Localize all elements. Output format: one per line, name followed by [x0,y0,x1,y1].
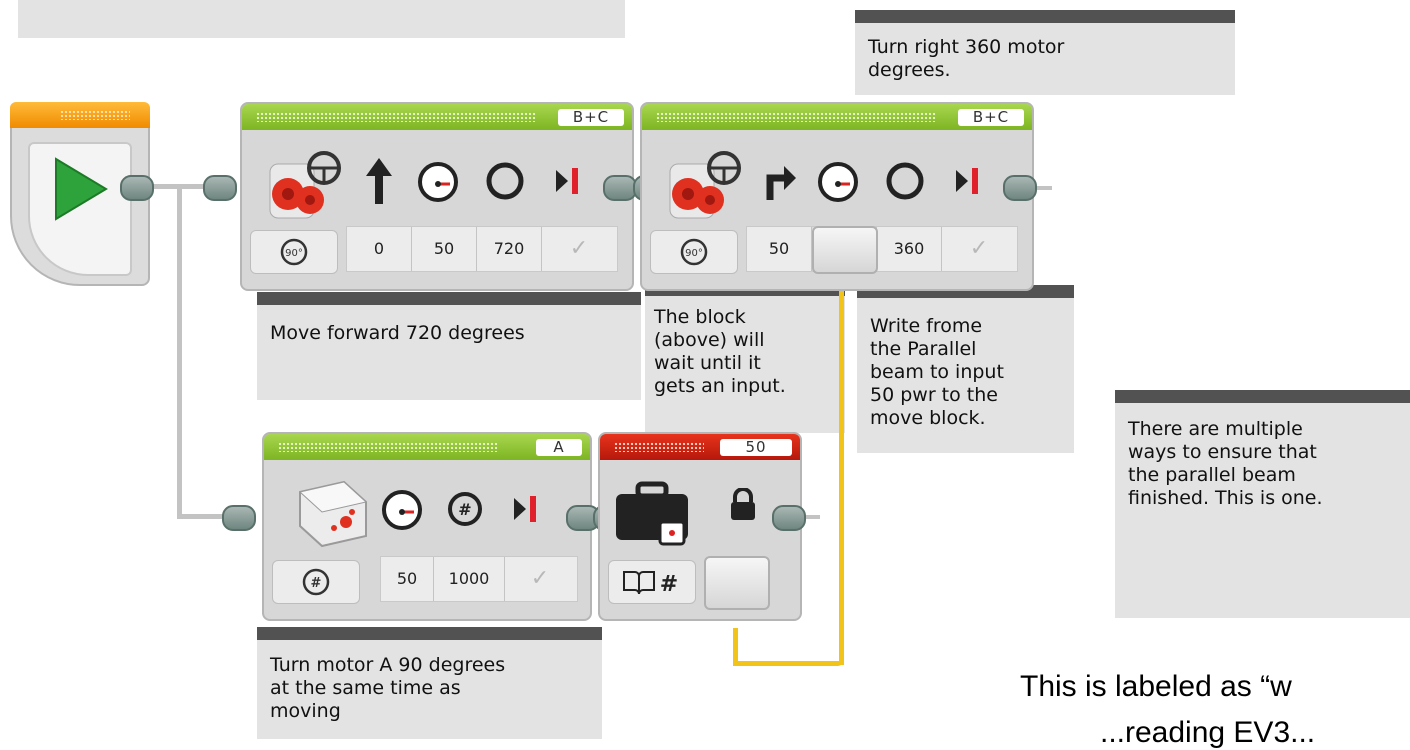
comment-multiple-ways[interactable]: There are multiple ways to ensure that t… [1115,390,1410,618]
lock-icon [731,488,755,520]
variable-output-connector[interactable] [772,505,806,531]
mode-90-icon: 90° [280,238,308,266]
start-output-connector[interactable] [120,175,154,201]
slide-caption-line-1: This is labeled as “w [1020,670,1292,703]
data-wire-plug[interactable] [812,226,878,274]
input-row: 50 1000 ✓ [380,556,578,602]
checkmark-icon[interactable]: ✓ [543,227,615,271]
header-grip [278,442,498,452]
power-input[interactable]: 50 [381,557,434,601]
comment-bar [1115,390,1410,403]
port-selector[interactable]: A [536,439,582,456]
comment-text: Turn motor A 90 degrees at the same time… [270,654,506,722]
svg-text:#: # [458,500,471,519]
brake-icon [956,168,978,194]
variable-name-field[interactable]: 50 [720,439,792,456]
circle-icon [486,162,524,200]
mode-label: 90° [285,248,303,259]
mode-hash-icon: # [302,568,330,596]
degrees-input[interactable]: 360 [877,227,942,271]
slide-caption-line-2-text: ...reading EV3... [1100,716,1316,749]
port-selector[interactable]: B+C [558,109,624,126]
degrees-input[interactable]: 720 [477,227,542,271]
data-wire-vertical-right [839,268,844,665]
comment-text: Write frome the Parallel beam to input 5… [870,315,1004,429]
mode-selector[interactable]: 90° [250,230,338,274]
slide-caption-line-2: ...reading EV3... [1100,716,1315,750]
medium-motor-block[interactable]: A # # 50 1000 ✓ [262,432,592,621]
move-steering-block-1[interactable]: B+C 90° 0 50 720 ✓ [240,102,634,291]
move2-output-connector[interactable] [1003,175,1037,201]
steering-motor-icon [269,151,341,219]
input-row: 50 360 ✓ [746,226,1018,272]
svg-text:#: # [660,572,678,596]
circle-icon [886,162,924,200]
mode-selector[interactable]: # [272,560,360,604]
sequence-wire-branch-vertical [177,186,182,519]
variable-value-output[interactable] [704,556,770,610]
data-wire-bottom [733,661,843,666]
header-grip [60,110,130,120]
comment-turn-motor-a[interactable]: Turn motor A 90 degrees at the same time… [257,627,602,739]
play-icon [55,157,108,221]
comment-bar [257,627,602,640]
port-selector[interactable]: B+C [958,109,1024,126]
power-input[interactable]: 50 [412,227,477,271]
block-header: B+C [642,104,1032,130]
header-grip [256,112,536,122]
mode-label: 90° [685,248,703,259]
move-steering-block-2[interactable]: B+C 90° 50 360 ✓ [640,102,1034,291]
variable-block[interactable]: 50 # [598,432,802,621]
header-grip [614,442,704,452]
comment-turn-right[interactable]: Turn right 360 motor degrees. [855,10,1235,95]
comment-text: The block (above) will wait until it get… [654,306,786,397]
comment-move-forward[interactable]: Move forward 720 degrees [257,292,641,400]
svg-text:#: # [311,576,322,591]
arrow-up-icon [366,158,392,204]
checkmark-icon[interactable]: ✓ [505,557,575,601]
steering-input[interactable]: 50 [747,227,812,271]
speedometer-icon [382,490,422,530]
mode-selector[interactable]: # [608,560,696,604]
motor-a-input-connector[interactable] [222,505,256,531]
comment-text: Turn right 360 motor degrees. [868,36,1065,81]
steering-motor-icon [669,151,741,219]
sequence-wire-branch-horizontal [177,514,227,519]
rotations-hash-icon: # [448,492,482,526]
comment-top-left[interactable] [18,0,625,38]
comment-text: Move forward 720 degrees [270,322,525,344]
data-wire-vertical-left [733,628,738,666]
block-header: B+C [242,104,632,130]
speedometer-icon [418,162,458,202]
brake-icon [556,168,578,194]
book-hash-icon: # [623,571,678,596]
speedometer-icon [818,162,858,202]
move1-input-connector[interactable] [203,175,237,201]
comment-bar [257,292,641,305]
brake-icon [514,496,536,522]
header-grip [656,112,936,122]
comment-bar [855,10,1235,23]
move1-output-connector[interactable] [603,175,637,201]
degrees-input[interactable]: 1000 [434,557,505,601]
comment-block-wait[interactable]: The block (above) will wait until it get… [645,283,845,433]
block-header: A [264,434,590,460]
steering-input[interactable]: 0 [347,227,412,271]
start-block-header [10,102,150,128]
block-header: 50 [600,434,800,460]
mode-90-icon: 90° [680,238,708,266]
input-row: 0 50 720 ✓ [346,226,618,272]
mode-selector[interactable]: 90° [650,230,738,274]
medium-motor-icon [298,480,368,548]
briefcase-icon [616,481,688,546]
comment-text: There are multiple ways to ensure that t… [1128,418,1323,509]
checkmark-icon[interactable]: ✓ [943,227,1015,271]
turn-right-arrow-icon [766,166,796,200]
comment-write-parallel[interactable]: Write frome the Parallel beam to input 5… [857,285,1074,453]
